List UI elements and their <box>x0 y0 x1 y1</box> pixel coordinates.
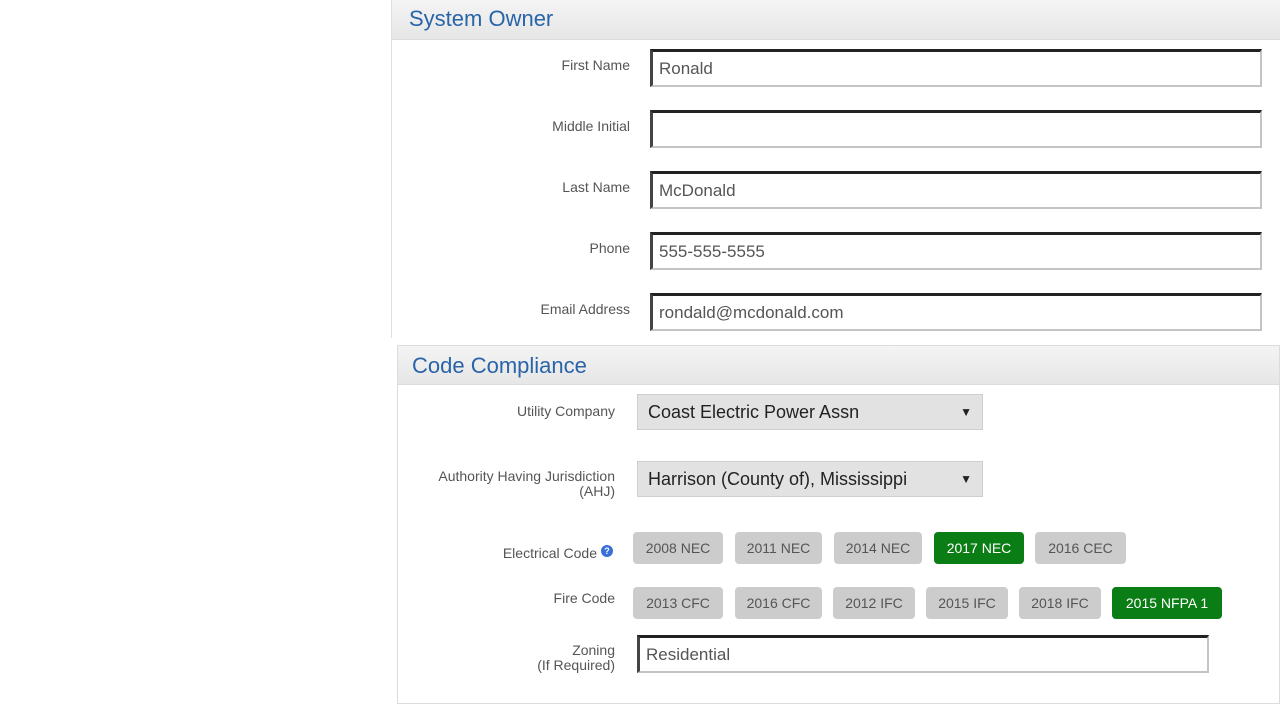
first-name-field[interactable] <box>650 49 1262 87</box>
ahj-label: Authority Having Jurisdiction (AHJ) <box>315 469 615 499</box>
phone-field[interactable] <box>650 232 1262 270</box>
code-compliance-header: Code Compliance <box>398 346 1279 385</box>
dropdown-arrow-icon: ▼ <box>960 472 972 486</box>
code-compliance-panel: Code Compliance Utility Company Coast El… <box>397 345 1280 704</box>
zoning-label-line1: Zoning <box>572 642 615 658</box>
pill-2011-nec[interactable]: 2011 NEC <box>735 532 822 564</box>
last-name-field[interactable] <box>650 171 1262 209</box>
system-owner-title: System Owner <box>409 6 554 31</box>
dropdown-arrow-icon: ▼ <box>960 405 972 419</box>
zoning-field[interactable] <box>637 635 1209 673</box>
ahj-label-line2: (AHJ) <box>579 483 615 499</box>
pill-2017-nec[interactable]: 2017 NEC <box>934 532 1024 564</box>
first-name-label: First Name <box>561 57 630 73</box>
last-name-label: Last Name <box>562 179 630 195</box>
fire-code-label: Fire Code <box>553 590 615 606</box>
help-icon[interactable]: ? <box>601 545 613 557</box>
pill-2014-nec[interactable]: 2014 NEC <box>834 532 922 564</box>
email-field[interactable] <box>650 293 1262 331</box>
zoning-label-line2: (If Required) <box>537 657 615 673</box>
pill-2013-cfc[interactable]: 2013 CFC <box>633 587 723 619</box>
electrical-code-label: Electrical Code <box>502 545 597 561</box>
ahj-select[interactable]: Harrison (County of), Mississippi ▼ <box>637 461 983 497</box>
system-owner-header: System Owner <box>392 0 1280 40</box>
ahj-value: Harrison (County of), Mississippi <box>648 469 908 489</box>
phone-label: Phone <box>589 240 630 256</box>
email-label: Email Address <box>540 301 630 317</box>
ahj-label-line1: Authority Having Jurisdiction <box>438 468 615 484</box>
utility-company-label: Utility Company <box>516 403 615 419</box>
utility-company-select[interactable]: Coast Electric Power Assn ▼ <box>637 394 983 430</box>
pill-2016-cec[interactable]: 2016 CEC <box>1035 532 1126 564</box>
middle-initial-field[interactable] <box>650 110 1262 148</box>
pill-2015-nfpa-1[interactable]: 2015 NFPA 1 <box>1112 587 1222 619</box>
middle-initial-label: Middle Initial <box>552 118 630 134</box>
code-compliance-title: Code Compliance <box>412 353 587 378</box>
pill-2008-nec[interactable]: 2008 NEC <box>633 532 723 564</box>
utility-company-value: Coast Electric Power Assn <box>648 402 860 422</box>
zoning-label: Zoning (If Required) <box>315 643 615 673</box>
pill-2015-ifc[interactable]: 2015 IFC <box>926 587 1008 619</box>
pill-2018-ifc[interactable]: 2018 IFC <box>1019 587 1101 619</box>
pill-2012-ifc[interactable]: 2012 IFC <box>833 587 915 619</box>
system-owner-panel: System Owner First Name Middle Initial L… <box>391 0 1280 338</box>
pill-2016-cfc[interactable]: 2016 CFC <box>735 587 822 619</box>
